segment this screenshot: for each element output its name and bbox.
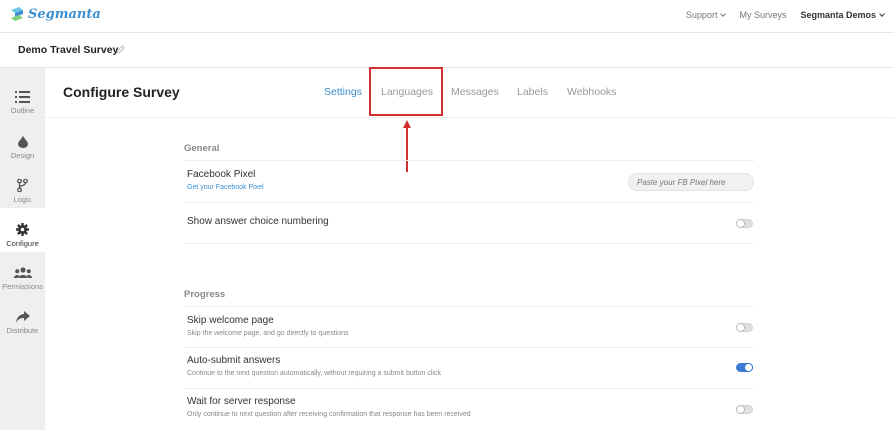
sidebar-item-label: Outline	[10, 106, 35, 115]
sidebar: Outline Design Logic Configure Permissio…	[0, 68, 45, 430]
highlight-box	[369, 67, 443, 116]
numbering-toggle[interactable]	[736, 219, 753, 228]
toggle-knob	[736, 405, 745, 414]
sidebar-item-design[interactable]: Design	[0, 120, 45, 164]
progress-heading: Progress	[184, 289, 226, 300]
survey-title: Demo Travel Survey	[18, 44, 119, 56]
tab-messages[interactable]: Messages	[451, 86, 499, 98]
brand-logo[interactable]: Segmanta	[9, 6, 101, 22]
tab-settings[interactable]: Settings	[324, 86, 362, 98]
sidebar-item-outline[interactable]: Outline	[0, 76, 45, 120]
general-heading: General	[184, 143, 220, 154]
drop-icon	[17, 135, 28, 148]
header-divider	[45, 117, 894, 118]
sidebar-item-permissions[interactable]: Permissions	[0, 252, 45, 296]
users-icon	[13, 267, 32, 278]
segmanta-logo-icon	[11, 7, 23, 21]
auto-submit-toggle[interactable]	[736, 363, 753, 372]
account-menu[interactable]: Segmanta Demos	[800, 10, 885, 20]
branch-icon	[17, 179, 28, 192]
brand-name: Segmanta	[28, 6, 101, 22]
auto-submit-row: Auto-submit answers Continue to the next…	[184, 348, 754, 389]
chevron-down-icon	[720, 10, 727, 17]
wait-server-subtitle: Only continue to next question after rec…	[187, 411, 471, 418]
skip-welcome-row: Skip welcome page Skip the welcome page,…	[184, 306, 754, 348]
sidebar-item-logic[interactable]: Logic	[0, 164, 45, 208]
page-title: Configure Survey	[63, 84, 180, 100]
sidebar-item-label: Permissions	[2, 282, 43, 291]
facebook-pixel-title: Facebook Pixel	[187, 169, 256, 180]
gear-icon	[16, 223, 29, 236]
survey-bar: Demo Travel Survey	[0, 33, 894, 68]
share-icon	[15, 311, 30, 323]
facebook-pixel-row: Facebook Pixel Get your Facebook Pixel	[184, 160, 754, 203]
numbering-title: Show answer choice numbering	[187, 216, 329, 227]
my-surveys-link[interactable]: My Surveys	[739, 10, 786, 20]
sidebar-item-label: Distribute	[6, 326, 39, 335]
sidebar-item-distribute[interactable]: Distribute	[0, 296, 45, 340]
chevron-down-icon	[879, 10, 885, 17]
skip-welcome-subtitle: Skip the welcome page, and go directly t…	[187, 330, 349, 337]
wait-server-row: Wait for server response Only continue t…	[184, 389, 754, 430]
auto-submit-subtitle: Continue to the next question automatica…	[187, 370, 441, 377]
wait-server-title: Wait for server response	[187, 396, 296, 407]
wait-server-toggle[interactable]	[736, 405, 753, 414]
auto-submit-title: Auto-submit answers	[187, 355, 281, 366]
tab-labels[interactable]: Labels	[517, 86, 548, 98]
sidebar-item-label: Logic	[13, 195, 32, 204]
toggle-knob	[736, 219, 745, 228]
top-bar: Segmanta Support My Surveys Segmanta Dem…	[0, 0, 894, 33]
account-label: Segmanta Demos	[800, 10, 876, 20]
sidebar-item-configure[interactable]: Configure	[0, 208, 45, 252]
skip-welcome-title: Skip welcome page	[187, 315, 274, 326]
support-menu[interactable]: Support	[685, 10, 727, 20]
list-icon	[15, 91, 30, 103]
numbering-row: Show answer choice numbering	[184, 203, 754, 244]
tab-webhooks[interactable]: Webhooks	[567, 86, 616, 98]
facebook-pixel-link[interactable]: Get your Facebook Pixel	[187, 184, 264, 191]
skip-welcome-toggle[interactable]	[736, 323, 753, 332]
support-label: Support	[685, 10, 718, 20]
toggle-knob	[744, 363, 753, 372]
pencil-icon[interactable]	[116, 45, 125, 54]
sidebar-item-label: Configure	[6, 239, 39, 248]
facebook-pixel-input[interactable]	[628, 173, 754, 191]
sidebar-item-label: Design	[10, 151, 35, 160]
top-nav: Support My Surveys Segmanta Demos	[672, 10, 885, 20]
toggle-knob	[736, 323, 745, 332]
